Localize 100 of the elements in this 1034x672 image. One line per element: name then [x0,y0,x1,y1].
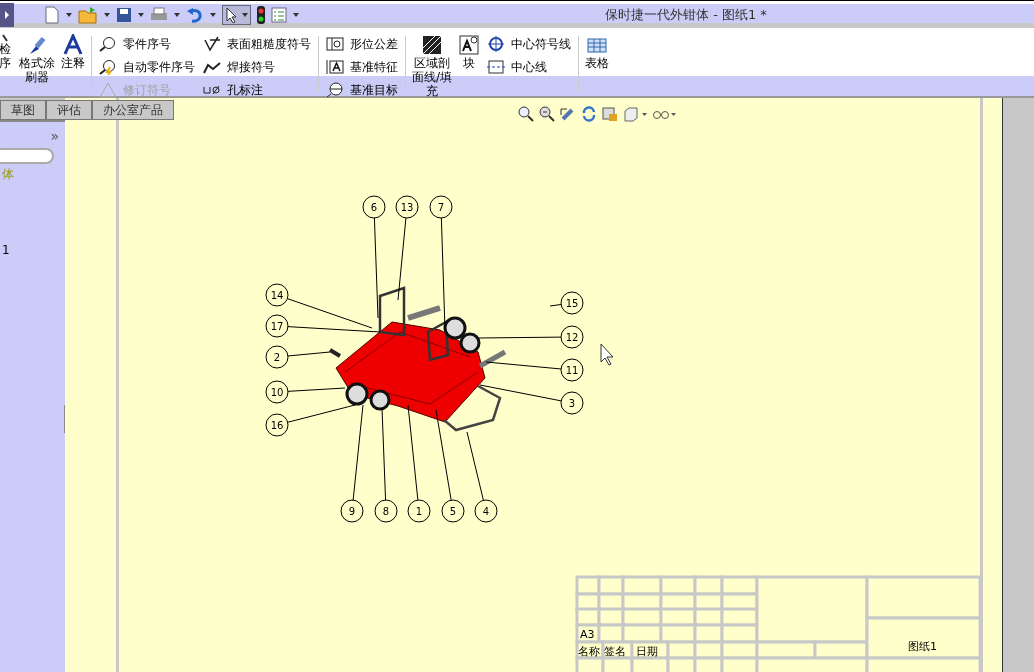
balloon-circle [474,499,498,523]
cube-view-icon[interactable] [623,106,647,122]
rebuild-icon[interactable] [581,106,597,122]
leader-line [287,351,331,357]
balloon-number: 6 [370,202,378,213]
dropdown-caret-icon[interactable] [210,12,216,17]
leader-line [549,304,562,307]
title-block-header: 签名 [604,645,626,658]
new-document-icon[interactable] [44,5,60,24]
ribbon-tool-button[interactable]: 基准目标 [326,80,398,100]
balloon-number: 16 [270,420,284,431]
balloon-circle [560,291,584,315]
ribbon-button[interactable]: 表格 [582,34,613,70]
balloon-circle [265,314,289,338]
ribbon-button[interactable]: 块 [455,34,484,70]
balloon-circle [441,499,465,523]
zoom-to-fit-icon[interactable] [518,106,534,122]
balloon-number: 15 [565,298,579,309]
block-icon [458,34,481,56]
weld-icon [203,59,221,75]
center-mark-icon [487,36,506,52]
leader-line [287,387,346,392]
balloon-number: 7 [437,202,445,213]
sheet-size-label: A3 [580,628,595,641]
balloon-number: 12 [565,332,579,343]
balloon-circle [429,195,453,219]
balloon-circle [407,499,431,523]
checklist-icon[interactable] [271,6,287,23]
balloon-number: 2 [273,352,281,363]
filter-field[interactable] [0,148,54,164]
surface-finish-icon [203,36,221,52]
ribbon-tool-button[interactable]: 中心线 [487,57,572,77]
ribbon-button[interactable]: 区域剖 面线/填 充 [409,34,456,98]
ribbon-tool-button[interactable]: 形位公差 [326,34,398,54]
balloon-circle [374,499,398,523]
balloon-circle [560,358,584,382]
tree-item[interactable]: 1 [2,243,10,257]
balloon-circle [340,499,364,523]
warning-triangle-icon [99,82,117,98]
letter-a-icon [62,34,84,56]
balloon-number: 3 [568,398,576,409]
balloon-circle [395,195,419,219]
dropdown-caret-icon[interactable] [66,12,72,17]
balloon-number: 9 [348,506,356,517]
sheet-name-label: 图纸1 [908,640,937,653]
balloon-circle [362,195,386,219]
traffic-light-icon[interactable] [257,5,265,24]
printer-icon[interactable] [150,6,168,23]
balloon-circle [265,413,289,437]
balloon-number: 5 [449,506,457,517]
previous-view-icon[interactable] [560,106,576,122]
balloon-circle [560,325,584,349]
balloon-number: 10 [270,387,284,398]
tab[interactable]: 办公室产品 [92,100,174,120]
balloon-number: 13 [400,202,414,213]
dropdown-caret-icon[interactable] [104,12,110,17]
ribbon-tool-button[interactable]: 孔标注 [203,80,311,100]
balloon-number: 14 [270,290,284,301]
balloon-number: 11 [565,365,579,376]
centerline-icon [487,59,506,75]
balloon-circle [265,380,289,404]
expand-button[interactable]: » [50,128,59,144]
balloon-number: 4 [482,506,490,517]
datum-icon [326,59,344,75]
ribbon-tool-button[interactable]: 基准特征 [326,57,398,77]
zoom-area-icon[interactable] [539,106,555,122]
tab[interactable]: 草图 [0,100,46,120]
ribbon-tool-button[interactable]: 表面粗糙度符号 [203,34,311,54]
dropdown-caret-icon[interactable] [293,12,299,17]
undo-icon[interactable] [186,6,204,23]
sheet-lock-icon[interactable] [602,106,618,122]
select-button[interactable] [222,4,251,25]
ribbon-button[interactable]: 格式涂 刷器 [16,34,58,84]
ribbon-button[interactable]: 注释 [58,34,88,70]
pointer-icon [225,6,239,23]
dropdown-caret-icon[interactable] [138,12,144,17]
save-icon[interactable] [116,6,132,23]
balloon-circle [265,345,289,369]
ribbon-tool-button[interactable]: 中心符号线 [487,34,572,54]
balloon-icon [99,36,117,52]
balloon-circle [265,283,289,307]
dropdown-caret-icon [242,12,248,17]
balloon-circle [560,391,584,415]
balloon-number: 1 [415,506,423,517]
cursor-icon [600,343,614,366]
hatch-icon [421,34,443,56]
dropdown-caret-icon[interactable] [174,12,180,17]
title-block-header: 日期 [636,645,658,658]
balloon-number: 8 [382,506,390,517]
ribbon-tool-button[interactable]: 焊接符号 [203,57,311,77]
datum-target-icon [326,82,344,98]
auto-balloon-icon [99,59,117,75]
balloon-number: 17 [270,321,284,332]
title-block-header: 名称 [578,645,600,658]
ribbon-tool-button[interactable]: 自动零件序号 [99,57,195,77]
window-title: 保时捷一代外钳体 - 图纸1 * [605,6,767,24]
tab[interactable]: 评估 [46,100,92,120]
leader-line [466,431,484,501]
ribbon-tool-button[interactable]: 零件序号 [99,34,195,54]
tolerance-frame-icon [326,36,344,52]
